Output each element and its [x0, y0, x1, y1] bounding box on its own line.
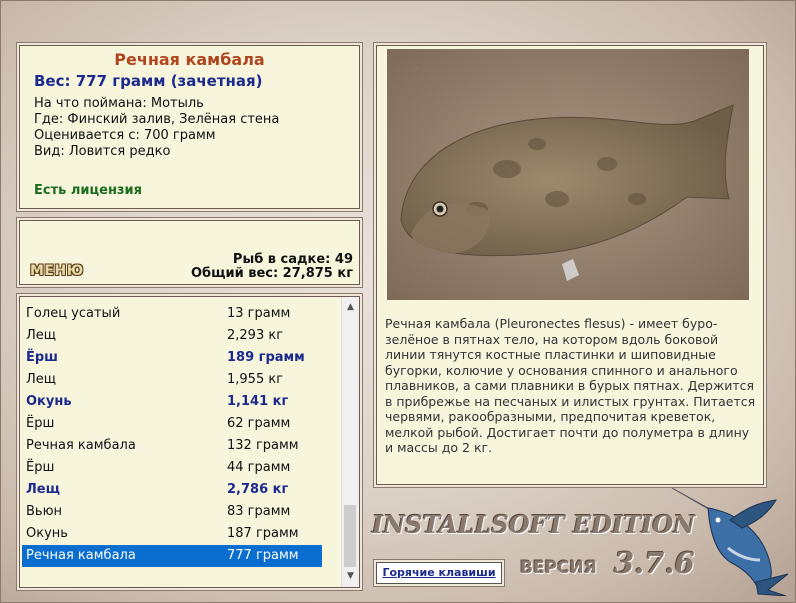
catch-row[interactable]: Речная камбала 132 грамм: [22, 435, 342, 457]
catch-fish-name: Ёрш: [26, 416, 55, 431]
catch-row[interactable]: Ёрш 189 грамм: [22, 347, 342, 369]
catch-row[interactable]: Ёрш 62 грамм: [22, 413, 342, 435]
cage-count: Рыб в садке: 49: [232, 252, 353, 267]
menu-button[interactable]: МЕНЮ: [30, 263, 84, 279]
catch-fish-name: Окунь: [26, 394, 72, 409]
version-label: ВЕРСИЯ: [520, 558, 597, 578]
fish-photo: [387, 49, 749, 300]
catch-row[interactable]: Лещ 2,786 кг: [22, 479, 342, 501]
catch-list[interactable]: Голец усатый 13 грамм Лещ 2,293 кг Ёрш 189 гр…: [19, 296, 360, 588]
kind-line: Вид: Ловится редко: [34, 144, 171, 159]
catch-fish-name: Ёрш: [26, 350, 58, 365]
fish-description: Речная камбала (Pleuronectes flesus) - и…: [385, 316, 756, 455]
bait-line: На что поймана: Мотыль: [34, 96, 204, 111]
fish-weight: Вес: 777 грамм (зачетная): [34, 72, 263, 90]
catch-fish-weight: 1,955 кг: [227, 372, 284, 387]
total-weight: Общий вес: 27,875 кг: [190, 266, 353, 281]
catch-fish-name: Окунь: [26, 526, 68, 541]
license-status: Есть лицензия: [34, 183, 142, 198]
catch-row[interactable]: Вьюн 83 грамм: [22, 501, 342, 523]
fish-detail-panel: Речная камбала (Pleuronectes flesus) - и…: [376, 45, 764, 485]
catch-row[interactable]: Голец усатый 13 грамм: [22, 303, 342, 325]
catch-fish-weight: 83 грамм: [227, 504, 291, 519]
catch-fish-weight: 44 грамм: [227, 460, 291, 475]
catch-fish-name: Лещ: [26, 372, 57, 387]
catch-row[interactable]: Речная камбала 777 грамм: [22, 545, 322, 567]
scroll-down-icon[interactable]: ▼: [342, 568, 359, 585]
marlin-logo-icon: [671, 487, 789, 596]
catch-fish-name: Лещ: [26, 482, 60, 497]
catch-fish-name: Голец усатый: [26, 306, 121, 321]
catch-row[interactable]: Лещ 2,293 кг: [22, 325, 342, 347]
catch-row[interactable]: Лещ 1,955 кг: [22, 369, 342, 391]
catch-fish-weight: 13 грамм: [227, 306, 291, 321]
catch-fish-name: Речная камбала: [26, 438, 136, 453]
catch-fish-weight: 1,141 кг: [227, 394, 289, 409]
catch-fish-weight: 189 грамм: [227, 350, 305, 365]
list-scrollbar[interactable]: ▲ ▼: [341, 297, 359, 587]
catch-row[interactable]: Окунь 1,141 кг: [22, 391, 342, 413]
catch-fish-name: Вьюн: [26, 504, 63, 519]
catch-fish-name: Лещ: [26, 328, 57, 343]
catch-fish-name: Ёрш: [26, 460, 55, 475]
stats-panel: МЕНЮ Рыб в садке: 49 Общий вес: 27,875 к…: [19, 220, 360, 285]
rated-line: Оценивается с: 700 грамм: [34, 128, 216, 143]
catch-fish-weight: 62 грамм: [227, 416, 291, 431]
catch-fish-weight: 132 грамм: [227, 438, 299, 453]
scroll-thumb[interactable]: [344, 505, 356, 567]
place-line: Где: Финский залив, Зелёная стена: [34, 112, 280, 127]
fish-title: Речная камбала: [114, 50, 265, 69]
catch-rows: Голец усатый 13 грамм Лещ 2,293 кг Ёрш 189 гр…: [22, 303, 342, 567]
catch-fish-weight: 777 грамм: [227, 548, 299, 563]
edition-logo: INSTALLSOFT EDITION: [372, 510, 696, 539]
fish-info-panel: Речная камбала Вес: 777 грамм (зачетная)…: [19, 45, 360, 209]
catch-row[interactable]: Ёрш 44 грамм: [22, 457, 342, 479]
scroll-up-icon[interactable]: ▲: [342, 299, 359, 316]
catch-row[interactable]: Окунь 187 грамм: [22, 523, 342, 545]
catch-fish-weight: 2,786 кг: [227, 482, 289, 497]
catch-fish-weight: 2,293 кг: [227, 328, 284, 343]
catch-fish-name: Речная камбала: [26, 548, 136, 563]
hotkeys-link[interactable]: Горячие клавиши: [376, 562, 502, 584]
catch-fish-weight: 187 грамм: [227, 526, 299, 541]
